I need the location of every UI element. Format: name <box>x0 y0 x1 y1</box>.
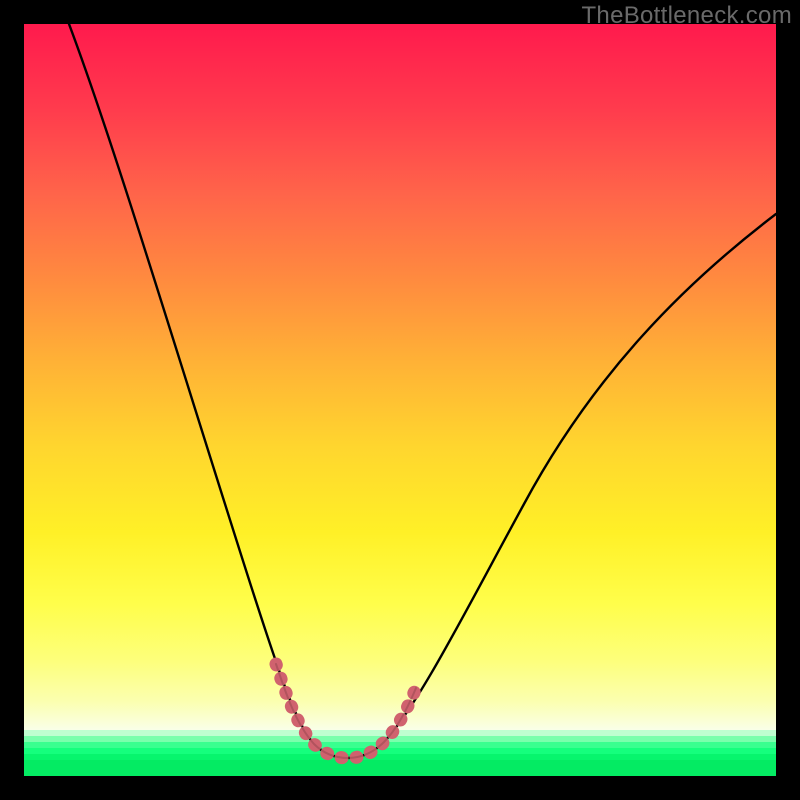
heat-gradient <box>24 24 776 730</box>
watermark-text: TheBottleneck.com <box>581 2 792 30</box>
green-stripe <box>24 760 776 776</box>
chart-frame <box>24 24 776 776</box>
plot-area <box>24 24 776 776</box>
